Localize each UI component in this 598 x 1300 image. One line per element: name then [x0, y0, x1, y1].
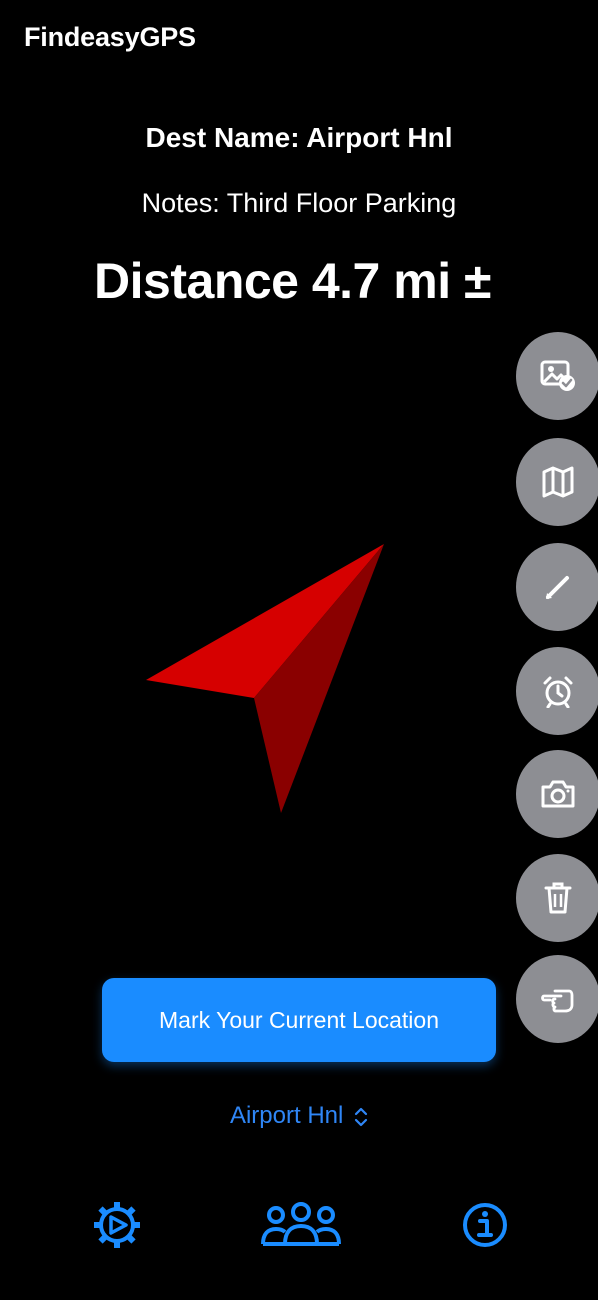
camera-icon	[541, 780, 575, 808]
destination-picker-label: Airport Hnl	[229, 1102, 344, 1129]
photo-check-icon	[540, 360, 575, 391]
mark-location-button[interactable]: Mark Your Current Location	[102, 978, 496, 1062]
camera-button[interactable]	[516, 750, 598, 838]
destination-name: Dest Name: Airport Hnl	[145, 122, 453, 153]
point-button[interactable]	[516, 955, 598, 1043]
pointing-hand-icon	[541, 989, 574, 1013]
settings-icon	[94, 1202, 140, 1248]
alarm-button[interactable]	[516, 647, 598, 735]
edit-button[interactable]	[516, 543, 598, 631]
direction-arrow-icon	[146, 544, 384, 813]
app-title: FindeasyGPS	[24, 22, 196, 52]
distance-readout: Distance 4.7 mi ±	[94, 253, 491, 309]
alarm-clock-icon	[543, 676, 573, 708]
settings-tab[interactable]	[92, 1198, 142, 1257]
app-screen: FindeasyGPS Dest Name: Airport Hnl Notes…	[0, 0, 598, 1300]
pencil-icon	[546, 576, 569, 599]
destination-picker[interactable]: Airport Hnl	[0, 1102, 598, 1130]
map-icon	[542, 466, 574, 498]
trash-icon	[544, 882, 572, 914]
destination-notes: Notes: Third Floor Parking	[141, 188, 457, 218]
info-icon	[463, 1203, 507, 1247]
groups-tab[interactable]	[260, 1198, 342, 1257]
info-tab[interactable]	[460, 1198, 510, 1257]
photo-check-button[interactable]	[516, 332, 598, 420]
map-button[interactable]	[516, 438, 598, 526]
chevron-up-down-icon	[354, 1107, 368, 1126]
group-icon	[261, 1202, 341, 1246]
delete-button[interactable]	[516, 854, 598, 942]
